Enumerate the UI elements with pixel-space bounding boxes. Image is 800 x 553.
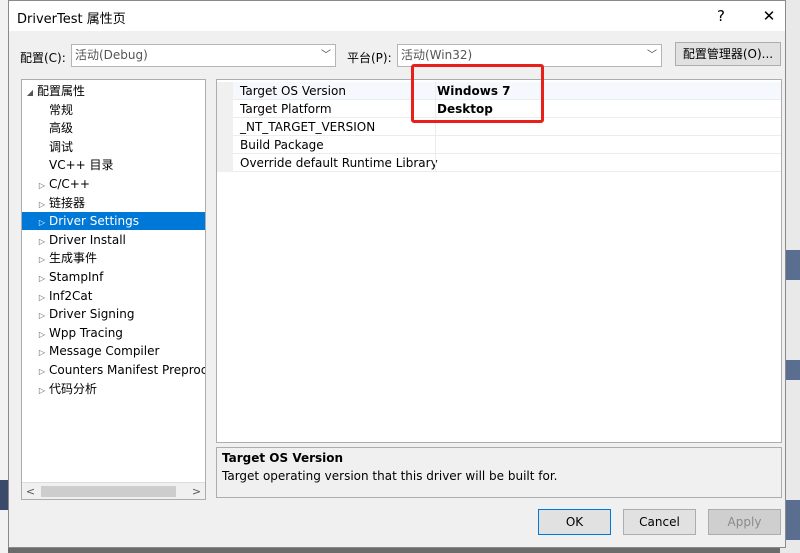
configuration-value: 活动(Debug) [75,48,148,62]
tree-item[interactable]: ▷ Inf2Cat [22,287,205,305]
platform-label: 平台(P): [347,51,392,65]
tree-item-label: Driver Settings [49,214,139,229]
tree-item-label: Counters Manifest Preprocessor [49,363,205,377]
expander-icon[interactable]: ▷ [37,307,47,325]
tree-item[interactable]: ▷ Wpp Tracing [22,324,205,342]
row-gutter [217,118,233,136]
expander-icon[interactable]: ▷ [37,177,47,195]
scroll-thumb[interactable] [41,486,176,497]
tree-item-label: 常规 [49,102,74,117]
annotation-box [411,64,544,123]
tree-item[interactable]: ▷Counters Manifest Preprocessor [22,361,205,379]
tree-item-label: StampInf [49,270,104,284]
tree-item-label: VC++ 目录 [49,158,114,173]
configuration-label: 配置(C): [20,51,66,65]
property-row[interactable]: Build Package [217,136,781,154]
tree-item[interactable]: ▷ 代码分析 [22,380,205,398]
column-separator [435,154,436,172]
expander-icon[interactable]: ▷ [37,196,47,214]
tree-item[interactable]: VC++ 目录 [22,156,205,174]
background-block [0,480,8,510]
tree-item-label: Message Compiler [49,344,160,359]
expander-icon[interactable]: ▷ [37,363,47,381]
tree-item-label: Inf2Cat [49,288,93,303]
platform-value: 活动(Win32) [401,48,473,62]
horizontal-scrollbar[interactable]: < > [22,482,205,499]
property-tree[interactable]: ◢ 配置属性 常规 高级 调试 VC++ 目录 ▷ C/C++ ▷ 链接器 ▷ Driver Sett… [21,79,206,500]
tree-item[interactable]: 高级 [22,119,205,137]
tree-item[interactable]: ▷ 链接器 [22,194,205,212]
tree-item[interactable]: ▷ StampInf [22,268,205,286]
tree-item-label: 链接器 [49,195,86,210]
property-name: Override default Runtime Library [240,156,438,170]
expander-icon[interactable]: ◢ [25,84,35,102]
configuration-manager-button[interactable]: 配置管理器(O)... [675,42,781,66]
help-button[interactable]: ? [709,5,733,27]
property-row[interactable]: Override default Runtime Library [217,154,781,172]
chevron-down-icon: ﹀ [647,50,657,61]
tree-item[interactable]: ▷ Message Compiler [22,342,205,360]
description-title: Target OS Version [222,451,344,465]
description-text: Target operating version that this drive… [222,469,558,483]
ok-button[interactable]: OK [538,509,611,535]
tree-item[interactable]: ▷ 生成事件 [22,249,205,267]
tree-item[interactable]: ◢ 配置属性 [22,82,205,100]
expander-icon[interactable]: ▷ [37,344,47,362]
property-name: Target OS Version [240,84,346,98]
row-gutter [217,154,233,172]
expander-icon[interactable]: ▷ [37,382,47,400]
description-panel: Target OS Version Target operating versi… [216,447,782,498]
property-pages-dialog: DriverTest 属性页 ? ✕ 配置(C): 活动(Debug) ﹀ 平台… [8,0,786,548]
close-button[interactable]: ✕ [757,5,781,27]
tree-item-label: 配置属性 [37,84,86,98]
background-window-left [0,0,8,553]
apply-button[interactable]: Apply [708,509,781,535]
tree-item-label: C/C++ [49,177,90,191]
chevron-down-icon: ﹀ [321,50,331,61]
tree-item[interactable]: 调试 [22,138,205,156]
property-name: Target Platform [240,102,332,116]
tree-item[interactable]: ▷ Driver Settings [22,212,205,232]
tree-item-label: 生成事件 [49,251,98,266]
expander-icon[interactable]: ▷ [37,214,47,232]
tree-item[interactable]: 常规 [22,101,205,119]
row-gutter [217,82,233,100]
scroll-right-icon[interactable]: > [188,483,205,499]
tree-item-label: 代码分析 [49,381,98,396]
tree-item[interactable]: ▷ C/C++ [22,175,205,193]
tree-item-label: Driver Install [49,232,126,247]
expander-icon[interactable]: ▷ [37,326,47,344]
scroll-left-icon[interactable]: < [22,483,39,499]
cancel-button[interactable]: Cancel [623,509,696,535]
tree-item-label: 调试 [49,139,74,154]
window-title: DriverTest 属性页 [17,12,126,27]
property-grid[interactable]: Target OS Version Windows 7 Target Platfor… [216,79,782,443]
configuration-combo[interactable]: 活动(Debug) ﹀ [71,44,336,67]
tree-item-label: 高级 [49,121,74,136]
tree-item-label: Wpp Tracing [49,325,123,340]
tree-item[interactable]: ▷ Driver Signing [22,305,205,323]
expander-icon[interactable]: ▷ [37,270,47,288]
title-bar: DriverTest 属性页 ? ✕ [9,1,785,31]
tree-item-label: Driver Signing [49,307,135,322]
expander-icon[interactable]: ▷ [37,251,47,269]
tree-item[interactable]: ▷ Driver Install [22,231,205,249]
property-name: Build Package [240,138,324,152]
column-separator [435,136,436,154]
row-gutter [217,136,233,154]
property-name: _NT_TARGET_VERSION [240,120,376,134]
expander-icon[interactable]: ▷ [37,289,47,307]
row-gutter [217,100,233,118]
expander-icon[interactable]: ▷ [37,233,47,251]
